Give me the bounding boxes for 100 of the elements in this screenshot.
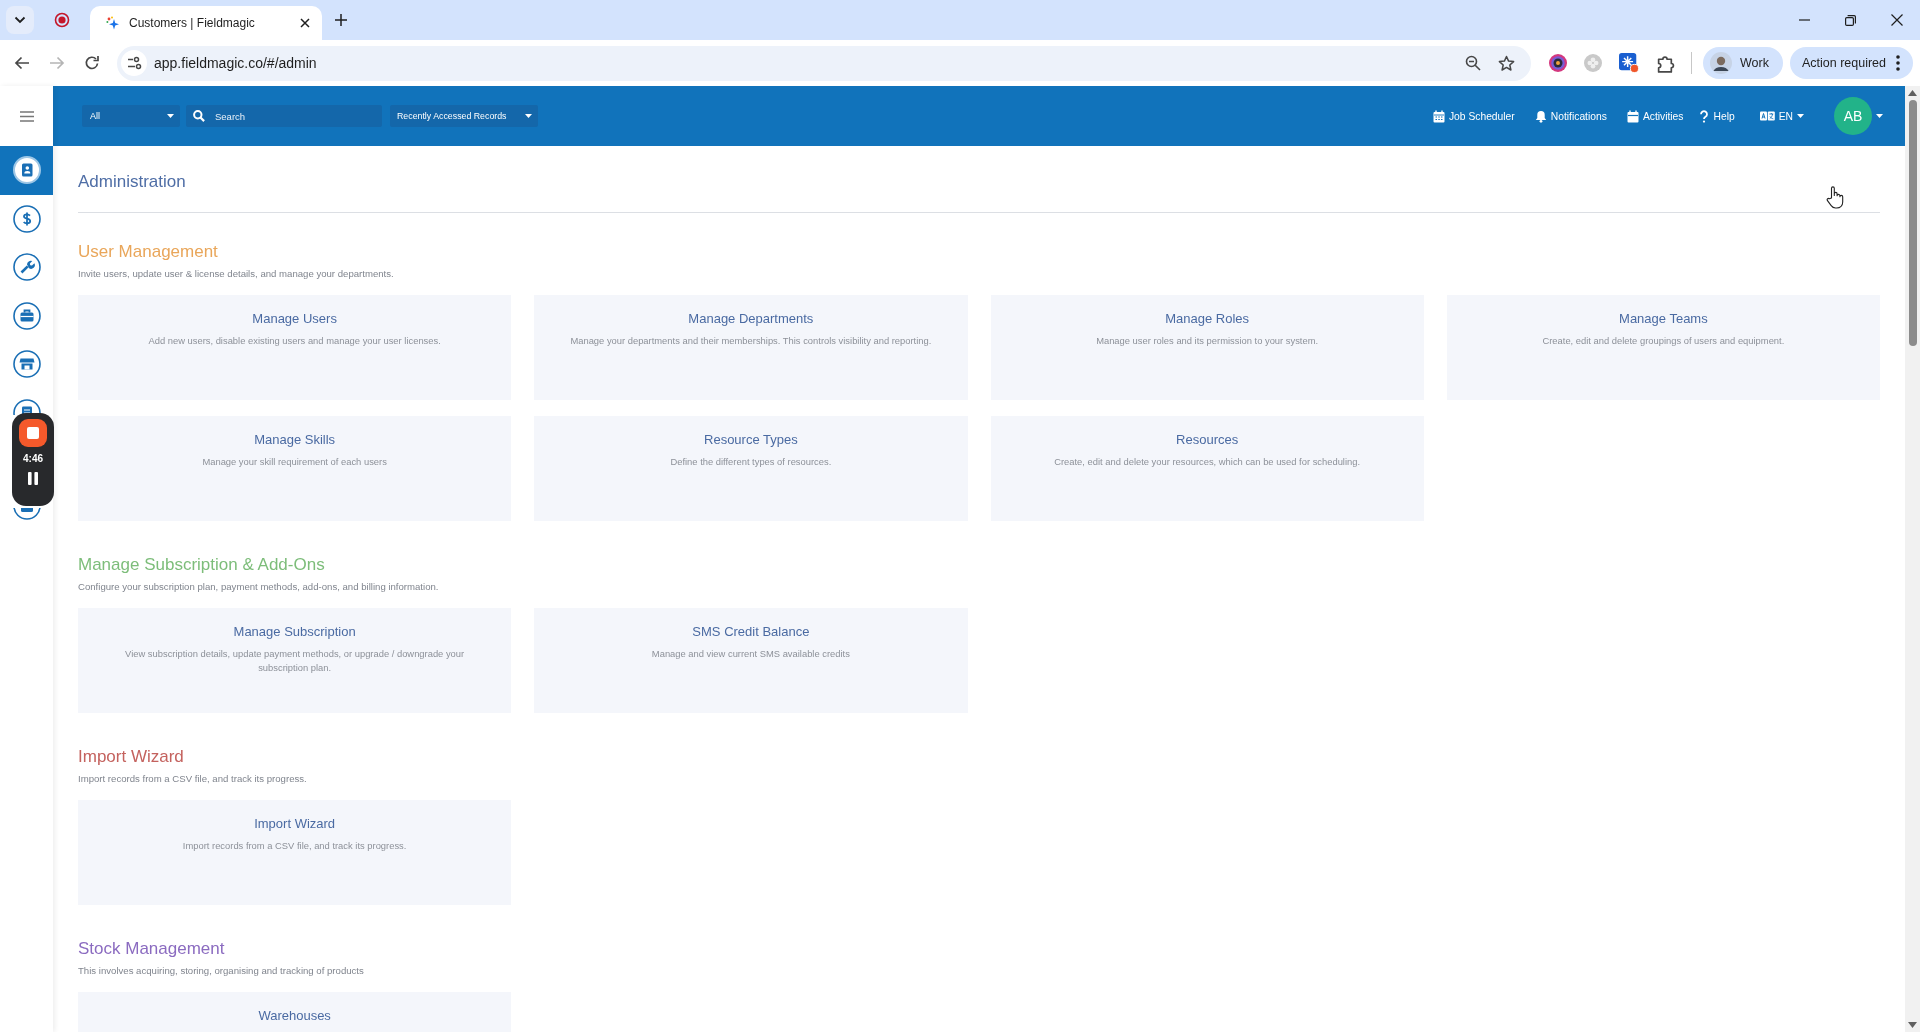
card-description: Manage and view current SMS available credits	[650, 647, 851, 661]
card-description: Manage your departments and their memberships. This controls visibility and reporting.	[569, 334, 933, 348]
avatar-icon	[1710, 52, 1732, 74]
address-book-icon	[11, 155, 42, 186]
admin-card[interactable]: Manage Teams Create, edit and delete groupings of users and equipment.	[1446, 295, 1880, 400]
card-title: Manage Departments	[687, 310, 815, 328]
card-title: Manage Skills	[253, 431, 337, 449]
hand-cursor-icon	[1826, 186, 1844, 209]
sparkle-icon	[106, 16, 120, 30]
card-title: Manage Users	[251, 310, 338, 328]
nav-link[interactable]: Notifications	[1534, 109, 1607, 123]
calendar-icon	[11, 507, 42, 521]
restore-icon[interactable]	[1845, 14, 1856, 26]
briefcase-icon	[11, 300, 42, 331]
calendar-icon	[1432, 109, 1445, 123]
pause-icon[interactable]	[28, 472, 38, 485]
browser-tab[interactable]: Customers | Fieldmagic	[90, 6, 322, 40]
card-description: Manage user roles and its permission to your system.	[1095, 334, 1320, 348]
section-description: Import records from a CSV file, and track its progress.	[78, 772, 308, 786]
extension-badge-icon[interactable]	[1619, 53, 1639, 73]
admin-card[interactable]: SMS Credit Balance Manage and view current SMS available credits	[534, 608, 968, 713]
section-description: Invite users, update user & license details, and manage your departments.	[78, 267, 395, 281]
card-description: View subscription details, update payment methods, or upgrade / downgrade your subscription plan.	[124, 647, 466, 675]
card-description: Create, edit and delete groupings of users and equipment.	[1541, 334, 1786, 348]
bell-icon	[1534, 109, 1547, 123]
card-title: Resource Types	[703, 431, 799, 449]
page-title: Administration	[78, 171, 187, 193]
card-title: SMS Credit Balance	[691, 623, 811, 641]
chevron-down-icon	[14, 16, 26, 24]
nav-link[interactable]: Help	[1697, 109, 1735, 123]
kebab-menu-icon	[1896, 55, 1900, 71]
card-description: Import records from a CSV file, and track its progress.	[181, 839, 408, 853]
caret-icon	[525, 114, 532, 118]
menu-icon[interactable]	[19, 110, 34, 122]
filter-select[interactable]: All	[82, 105, 180, 127]
admin-card[interactable]: Manage Roles Manage user roles and its permission to your system.	[990, 295, 1424, 400]
admin-card[interactable]: Manage Departments Manage your departments and their memberships. This controls visibility and reporting.	[534, 295, 968, 400]
scrollbar-thumb[interactable]	[1908, 100, 1917, 346]
scroll-down-icon[interactable]	[1908, 1022, 1917, 1028]
language-selector[interactable]: EN	[1759, 110, 1804, 122]
admin-card[interactable]: Manage Skills Manage your skill requirement of each users	[78, 416, 512, 521]
wrench-icon	[11, 252, 42, 283]
puzzle-icon[interactable]	[1656, 53, 1675, 73]
star-icon[interactable]	[1498, 54, 1515, 72]
card-description: Define the different types of resources.	[669, 455, 833, 469]
admin-card[interactable]: Resources Create, edit and delete your resources, which can be used for scheduling.	[990, 416, 1424, 521]
recording-time: 4:46	[23, 453, 43, 464]
url-text: app.fieldmagic.co/#/admin	[154, 55, 317, 71]
zoom-out-icon[interactable]	[1465, 55, 1481, 71]
admin-card[interactable]: Warehouses	[78, 992, 512, 1032]
scrollbar[interactable]	[1905, 86, 1920, 1032]
card-description: Add new users, disable existing users and manage your user licenses.	[147, 334, 442, 348]
back-arrow-icon[interactable]	[14, 55, 30, 71]
tab-title: Customers | Fieldmagic	[129, 16, 255, 30]
caret-icon	[1797, 114, 1804, 118]
section-description: Configure your subscription plan, payment methods, add-ons, and billing information.	[78, 580, 440, 594]
nav-link[interactable]: Job Scheduler	[1432, 109, 1515, 123]
user-avatar[interactable]: AB	[1834, 97, 1872, 135]
section-heading: Stock Management	[78, 938, 226, 960]
scroll-up-icon[interactable]	[1908, 90, 1917, 96]
plus-icon[interactable]	[335, 14, 347, 26]
recent-records-dropdown[interactable]: Recently Accessed Records	[390, 105, 538, 127]
store-icon	[11, 349, 42, 380]
admin-card[interactable]: Resource Types Define the different types of resources.	[534, 416, 968, 521]
search-field[interactable]: Search	[186, 105, 382, 127]
camera-lens-icon[interactable]	[1549, 54, 1567, 72]
address-bar[interactable]: app.fieldmagic.co/#/admin	[117, 45, 1531, 81]
help-icon	[1697, 109, 1710, 123]
record-icon[interactable]	[54, 12, 70, 28]
admin-card[interactable]: Manage Users Add new users, disable existing users and manage your user licenses.	[78, 295, 512, 400]
section-heading: Import Wizard	[78, 746, 185, 768]
card-title: Manage Subscription	[232, 623, 357, 641]
site-settings-icon[interactable]	[121, 50, 147, 76]
caret-icon	[167, 114, 174, 118]
close-icon[interactable]	[1891, 14, 1903, 26]
calendar-check-icon	[1626, 109, 1639, 123]
close-icon[interactable]	[300, 18, 310, 28]
language-icon	[1759, 111, 1775, 121]
card-description: Manage your skill requirement of each users	[201, 455, 388, 469]
section-heading: User Management	[78, 241, 219, 263]
action-required-button[interactable]: Action required	[1789, 47, 1913, 79]
nav-link[interactable]: Activities	[1626, 109, 1684, 123]
card-title: Manage Teams	[1618, 310, 1709, 328]
caret-icon[interactable]	[1876, 114, 1883, 118]
card-title: Manage Roles	[1164, 310, 1251, 328]
profile-button[interactable]: Work	[1703, 47, 1783, 79]
reload-icon[interactable]	[84, 55, 100, 71]
section-description: This involves acquiring, storing, organising and tracking of products	[78, 964, 365, 978]
tab-search-button[interactable]	[6, 6, 34, 34]
search-icon	[193, 110, 205, 122]
card-title: Import Wizard	[253, 815, 337, 833]
admin-card[interactable]: Manage Subscription View subscription details, update payment methods, or upgrade / downgrade your subscription plan.	[78, 608, 512, 713]
card-title: Resources	[1175, 431, 1240, 449]
section-heading: Manage Subscription & Add-Ons	[78, 554, 326, 576]
stop-button[interactable]	[19, 419, 47, 447]
admin-card[interactable]: Import Wizard Import records from a CSV file, and track its progress.	[78, 800, 512, 905]
dollar-icon	[11, 203, 42, 234]
stop-icon	[27, 427, 39, 439]
card-title: Warehouses	[257, 1007, 332, 1025]
card-description: Create, edit and delete your resources, which can be used for scheduling.	[1053, 455, 1362, 469]
